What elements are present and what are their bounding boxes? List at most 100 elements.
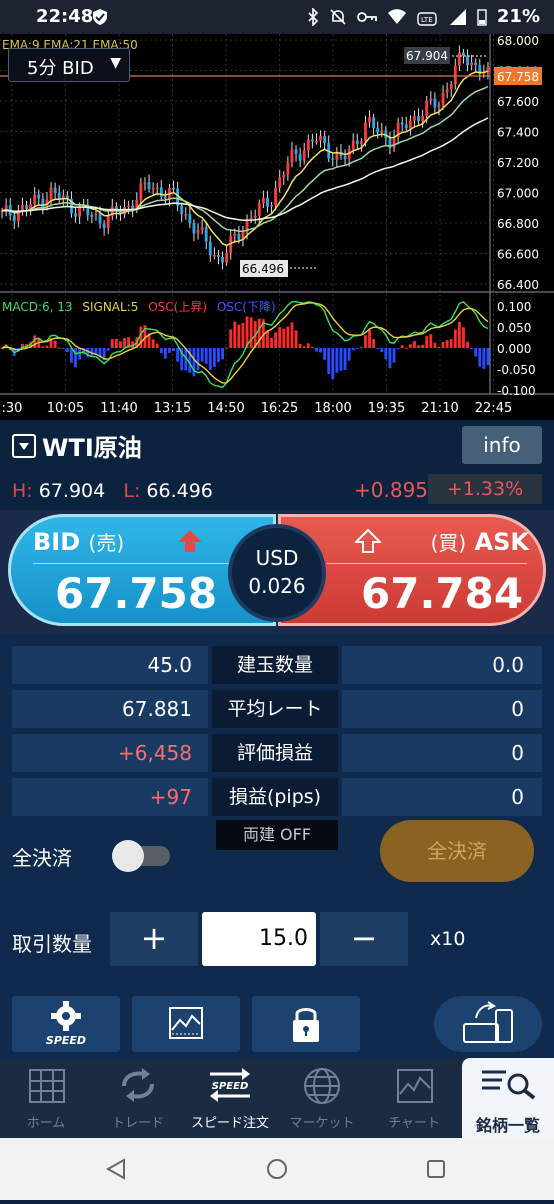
x-axis-label: 11:40 xyxy=(100,401,137,416)
candle-body xyxy=(355,140,359,145)
candle-body xyxy=(33,194,37,205)
nav-speed-order[interactable]: SPEED スピード注文 xyxy=(184,1058,276,1138)
info-button[interactable]: info xyxy=(462,426,542,464)
y-axis-label: 67.200 xyxy=(497,156,539,170)
osc-bar xyxy=(351,348,355,351)
osc-bar xyxy=(368,329,371,348)
position-sell-value: 45.0 xyxy=(12,646,208,684)
candle-body xyxy=(417,115,420,122)
candle-body xyxy=(261,197,265,204)
osc-bar xyxy=(257,318,261,348)
candlestick-chart[interactable]: 68.00067.80067.60067.40067.20067.00066.8… xyxy=(0,34,554,420)
candle-body xyxy=(74,213,77,217)
home-grid-icon xyxy=(29,1069,65,1103)
high-tag: 67.904 xyxy=(406,49,448,63)
osc-bar xyxy=(306,343,310,348)
rotate-screen-button[interactable] xyxy=(434,996,542,1052)
lock-button[interactable] xyxy=(252,996,360,1052)
close-all-toggle[interactable] xyxy=(112,840,170,872)
candle-body xyxy=(319,135,322,141)
x-axis-label: 10:05 xyxy=(47,401,84,416)
candle-body xyxy=(257,203,261,217)
candle-body xyxy=(351,140,355,150)
position-row-label: 建玉数量 xyxy=(212,646,338,684)
candle-body xyxy=(172,187,175,190)
ema-line xyxy=(1,85,489,233)
quantity-minus-button[interactable]: − xyxy=(320,912,408,966)
globe-icon xyxy=(304,1068,340,1104)
speed-settings-button[interactable]: SPEED xyxy=(12,996,120,1052)
osc-bar xyxy=(282,328,286,348)
osc-bar xyxy=(168,348,171,353)
macd-y-axis-label: -0.100 xyxy=(497,384,536,398)
osc-bar xyxy=(482,348,486,369)
candle-body xyxy=(421,115,425,122)
price-change-percent: +1.33% xyxy=(428,474,542,504)
candle-body xyxy=(143,182,147,184)
home-circle-icon[interactable] xyxy=(267,1159,287,1179)
price-chart[interactable]: 68.00067.80067.60067.40067.20067.00066.8… xyxy=(0,34,554,420)
rotate-icon xyxy=(463,1001,513,1043)
osc-bar xyxy=(441,341,445,348)
ryodate-toggle[interactable]: 両建 OFF xyxy=(216,820,338,850)
instrument-dropdown-icon[interactable] xyxy=(12,434,36,458)
instrument-name[interactable]: WTI原油 xyxy=(42,428,142,463)
close-all-button[interactable]: 全決済 xyxy=(380,820,534,882)
osc-bar xyxy=(335,348,339,373)
candle-body xyxy=(392,137,396,149)
candle-body xyxy=(445,89,449,93)
nav-instrument-list[interactable]: 銘柄一覧 xyxy=(462,1058,554,1138)
quantity-plus-button[interactable]: + xyxy=(110,912,198,966)
candle-body xyxy=(188,214,192,224)
position-buy-value: 0 xyxy=(342,778,542,816)
candle-body xyxy=(466,55,469,66)
candle-body xyxy=(408,120,412,129)
candle-body xyxy=(155,187,159,189)
osc-bar xyxy=(114,338,118,348)
osc-bar xyxy=(466,341,469,348)
position-row: +97 損益(pips) 0 xyxy=(12,778,542,816)
macd-y-axis-label: 0.100 xyxy=(497,300,531,314)
osc-bar xyxy=(237,324,241,348)
candle-body xyxy=(302,150,306,161)
osc-bar xyxy=(270,338,273,348)
bid-price: 67.758 xyxy=(55,569,218,618)
nav-chart[interactable]: チャート xyxy=(368,1058,460,1138)
chart-settings-button[interactable] xyxy=(132,996,240,1052)
osc-bar xyxy=(212,348,216,367)
osc-up-legend: OSC(上昇) xyxy=(148,300,207,314)
osc-bar xyxy=(400,345,404,348)
candle-body xyxy=(380,130,384,133)
recents-icon[interactable] xyxy=(427,1160,445,1178)
close-all-label: 全決済 xyxy=(12,846,72,870)
nav-market[interactable]: マーケット xyxy=(276,1058,368,1138)
svg-text:LTE: LTE xyxy=(421,16,433,24)
candle-body xyxy=(217,254,220,257)
chart-nav-icon xyxy=(397,1069,433,1103)
candle-body xyxy=(298,153,302,161)
nav-trade[interactable]: トレード xyxy=(92,1058,184,1138)
osc-bar xyxy=(204,348,208,364)
candle-body xyxy=(270,205,273,207)
candle-body xyxy=(278,177,282,188)
ask-price: 67.784 xyxy=(361,569,524,618)
candle-body xyxy=(184,214,188,216)
candle-body xyxy=(470,62,474,66)
bid-up-arrow-icon xyxy=(178,530,202,552)
osc-bar xyxy=(123,338,126,348)
osc-bar xyxy=(380,348,384,353)
osc-bar xyxy=(478,348,482,367)
osc-bar xyxy=(421,344,425,348)
candle-body xyxy=(315,140,318,143)
wifi-icon xyxy=(387,8,406,24)
candle-body xyxy=(413,115,416,121)
position-buy-value: 0 xyxy=(342,690,542,728)
quantity-input[interactable]: 15.0 xyxy=(202,912,316,966)
candle-body xyxy=(310,139,314,142)
back-icon[interactable] xyxy=(105,1158,125,1180)
candle-body xyxy=(404,124,408,129)
candle-body xyxy=(294,149,298,154)
osc-bar xyxy=(408,344,412,348)
timeframe-select[interactable]: 5分 BID ▼ xyxy=(8,48,130,82)
nav-home[interactable]: ホーム xyxy=(0,1058,92,1138)
